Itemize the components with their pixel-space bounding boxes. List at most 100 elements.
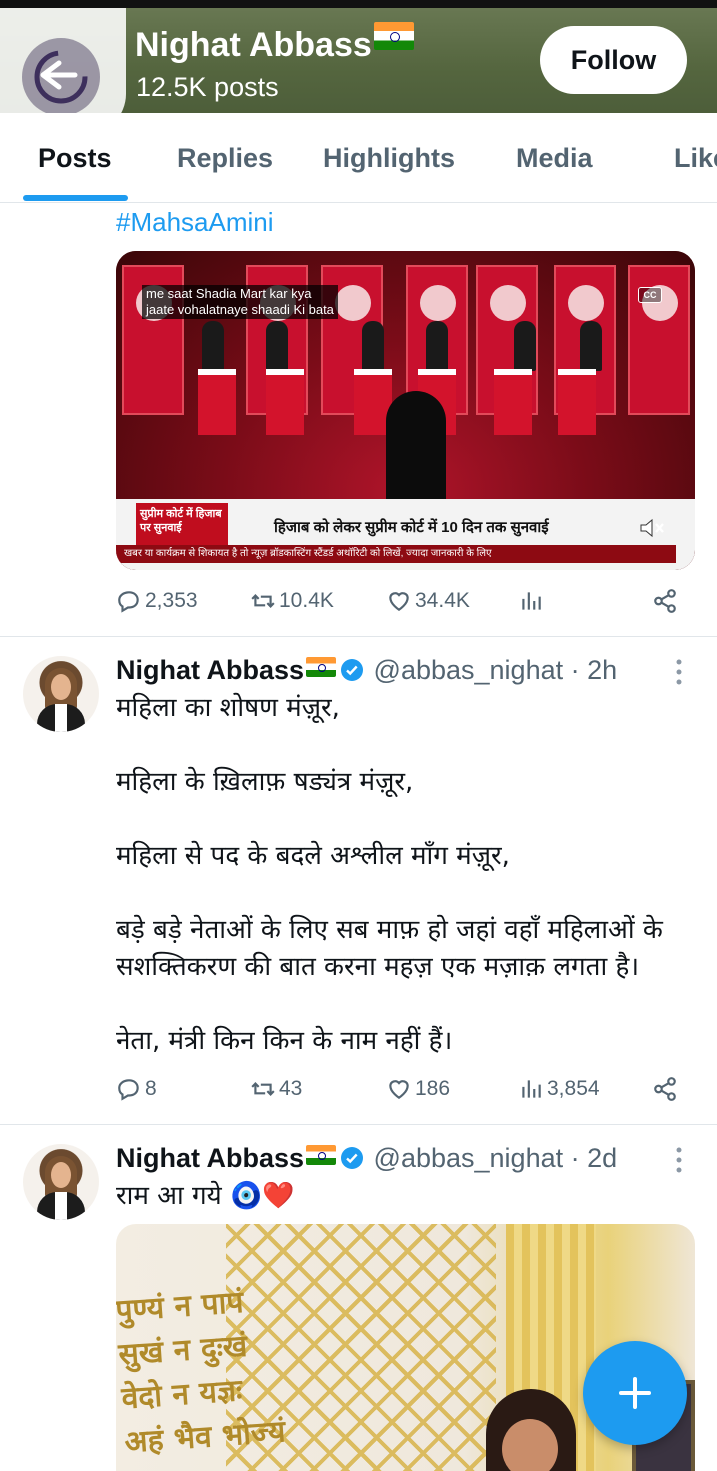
tweet-line: नेता, मंत्री किन किन के नाम नहीं हैं। [116, 1026, 453, 1056]
views-count: 3,854 [547, 1077, 600, 1100]
like-button[interactable]: 34.4K [386, 588, 470, 614]
panelist [362, 321, 384, 371]
back-button[interactable] [22, 38, 100, 113]
tweet-line: महिला से पद के बदले अश्लील माँग मंज़ूर, [116, 841, 510, 871]
tab-likes[interactable]: Likes [674, 143, 717, 174]
video-caption: me saat Shadia Mart kar kya jaate vohala… [142, 285, 338, 319]
author-handle-time[interactable]: @abbas_nighat · 2d [374, 1143, 618, 1173]
retweet-count: 10.4K [279, 589, 334, 612]
author-handle-time[interactable]: @abbas_nighat · 2h [374, 655, 618, 685]
video-player[interactable]: me saat Shadia Mart kar kya jaate vohala… [116, 251, 695, 570]
retweet-button[interactable]: 43 [250, 1076, 302, 1102]
profile-name: Nighat Abbass [135, 22, 414, 65]
tweet-line [116, 986, 696, 1023]
tweet-line [116, 801, 696, 838]
lower-third-label: सुप्रीम कोर्ट में हिजाब पर सुनवाई [136, 503, 228, 545]
avatar-shirt [55, 1192, 67, 1220]
like-icon [389, 1080, 409, 1099]
tweet-line: महिला का शोषण मंज़ूर, [116, 693, 340, 723]
tweet-line: सशक्तिकरण की बात करना महज़ एक मज़ाक़ लगत… [116, 952, 640, 982]
tweet-divider [0, 1124, 717, 1125]
podium [266, 369, 304, 435]
tweet-line [116, 875, 696, 912]
podium [494, 369, 532, 435]
profile-header: Nighat Abbass 12.5K posts Follow [0, 0, 717, 113]
avatar-face [51, 1162, 71, 1188]
compose-plus-icon [619, 1377, 651, 1409]
reply-icon [118, 1079, 139, 1101]
like-button[interactable]: 186 [386, 1076, 450, 1102]
video-caption-line: jaate vohalatnaye shaadi Ki bata [146, 302, 334, 317]
news-anchor [386, 391, 446, 501]
more-icon[interactable] [672, 1146, 686, 1174]
tweet-actions: 2,353 10.4K 34.4K [116, 588, 686, 620]
india-flag-icon [373, 22, 414, 50]
share-icon [654, 589, 676, 613]
tweet-header: Nighat Abbass @abbas_nighat · 2d [116, 1143, 617, 1174]
profile-name-text: Nighat Abbass [135, 26, 372, 64]
tweet-line: बड़े बड़े नेताओं के लिए सब माफ़ हो जहां … [116, 915, 663, 945]
india-flag-icon [306, 657, 337, 677]
views-icon [522, 592, 541, 610]
panelist [202, 321, 224, 371]
mute-icon[interactable] [638, 517, 666, 539]
podium [558, 369, 596, 435]
india-flag-icon [306, 1145, 337, 1165]
follow-button[interactable]: Follow [540, 26, 687, 94]
reply-button[interactable]: 8 [116, 1076, 157, 1102]
hashtag-link[interactable]: #MahsaAmini [116, 207, 274, 238]
video-caption-line: me saat Shadia Mart kar kya [146, 286, 312, 301]
share-icon [654, 1077, 676, 1101]
retweet-icon [251, 1082, 275, 1096]
photo-person-face [502, 1419, 558, 1471]
like-count: 34.4K [415, 589, 470, 612]
panelist [426, 321, 448, 371]
tab-replies[interactable]: Replies [177, 143, 273, 174]
like-icon [389, 592, 409, 611]
panelist [580, 321, 602, 371]
news-ticker: खबर या कार्यक्रम से शिकायत है तो न्यूज़ … [116, 545, 676, 563]
views-button[interactable]: 3,854 [518, 1076, 600, 1102]
tab-media[interactable]: Media [516, 143, 593, 174]
views-button[interactable] [518, 588, 544, 614]
tweet-text: महिला का शोषण मंज़ूर, महिला के ख़िलाफ़ ष… [116, 690, 696, 1060]
like-count: 186 [415, 1077, 451, 1100]
active-tab-indicator [23, 195, 128, 201]
views-icon [522, 1080, 541, 1098]
more-icon[interactable] [672, 658, 686, 686]
closed-captions-button[interactable]: CC [638, 287, 662, 303]
avatar-shirt [55, 704, 67, 732]
tweet-text: राम आ गये 🧿❤️ [116, 1178, 696, 1215]
avatar-face [51, 674, 71, 700]
author-name[interactable]: Nighat Abbass [116, 655, 304, 685]
panelist [514, 321, 536, 371]
lower-third-headline: हिजाब को लेकर सुप्रीम कोर्ट में 10 दिन त… [274, 519, 549, 536]
author-name[interactable]: Nighat Abbass [116, 1143, 304, 1173]
back-arrow-icon [34, 50, 88, 104]
panelist [266, 321, 288, 371]
compose-button[interactable] [583, 1341, 687, 1445]
avatar[interactable] [23, 656, 99, 732]
avatar[interactable] [23, 1144, 99, 1220]
tab-posts[interactable]: Posts [38, 143, 112, 174]
share-button[interactable] [652, 1076, 678, 1102]
profile-tabs: Posts Replies Highlights Media Likes [0, 113, 717, 203]
tweet-line: महिला के ख़िलाफ़ षड्यंत्र मंज़ूर, [116, 767, 414, 797]
reply-count: 8 [145, 1077, 157, 1100]
tweet-header: Nighat Abbass @abbas_nighat · 2h [116, 655, 617, 686]
back-button-container [0, 8, 126, 113]
reply-icon [118, 591, 139, 613]
tweet-line: राम आ गये 🧿❤️ [116, 1181, 295, 1211]
posts-count: 12.5K posts [136, 72, 279, 102]
retweet-count: 43 [279, 1077, 303, 1100]
tab-highlights[interactable]: Highlights [323, 143, 455, 174]
tweet-actions: 8 43 186 3,854 [116, 1076, 686, 1108]
podium [198, 369, 236, 435]
verified-icon [341, 1147, 364, 1169]
tweet-divider [0, 636, 717, 637]
reply-button[interactable]: 2,353 [116, 588, 198, 614]
share-button[interactable] [652, 588, 678, 614]
verified-icon [341, 659, 364, 681]
reply-count: 2,353 [145, 589, 198, 612]
retweet-button[interactable]: 10.4K [250, 588, 334, 614]
